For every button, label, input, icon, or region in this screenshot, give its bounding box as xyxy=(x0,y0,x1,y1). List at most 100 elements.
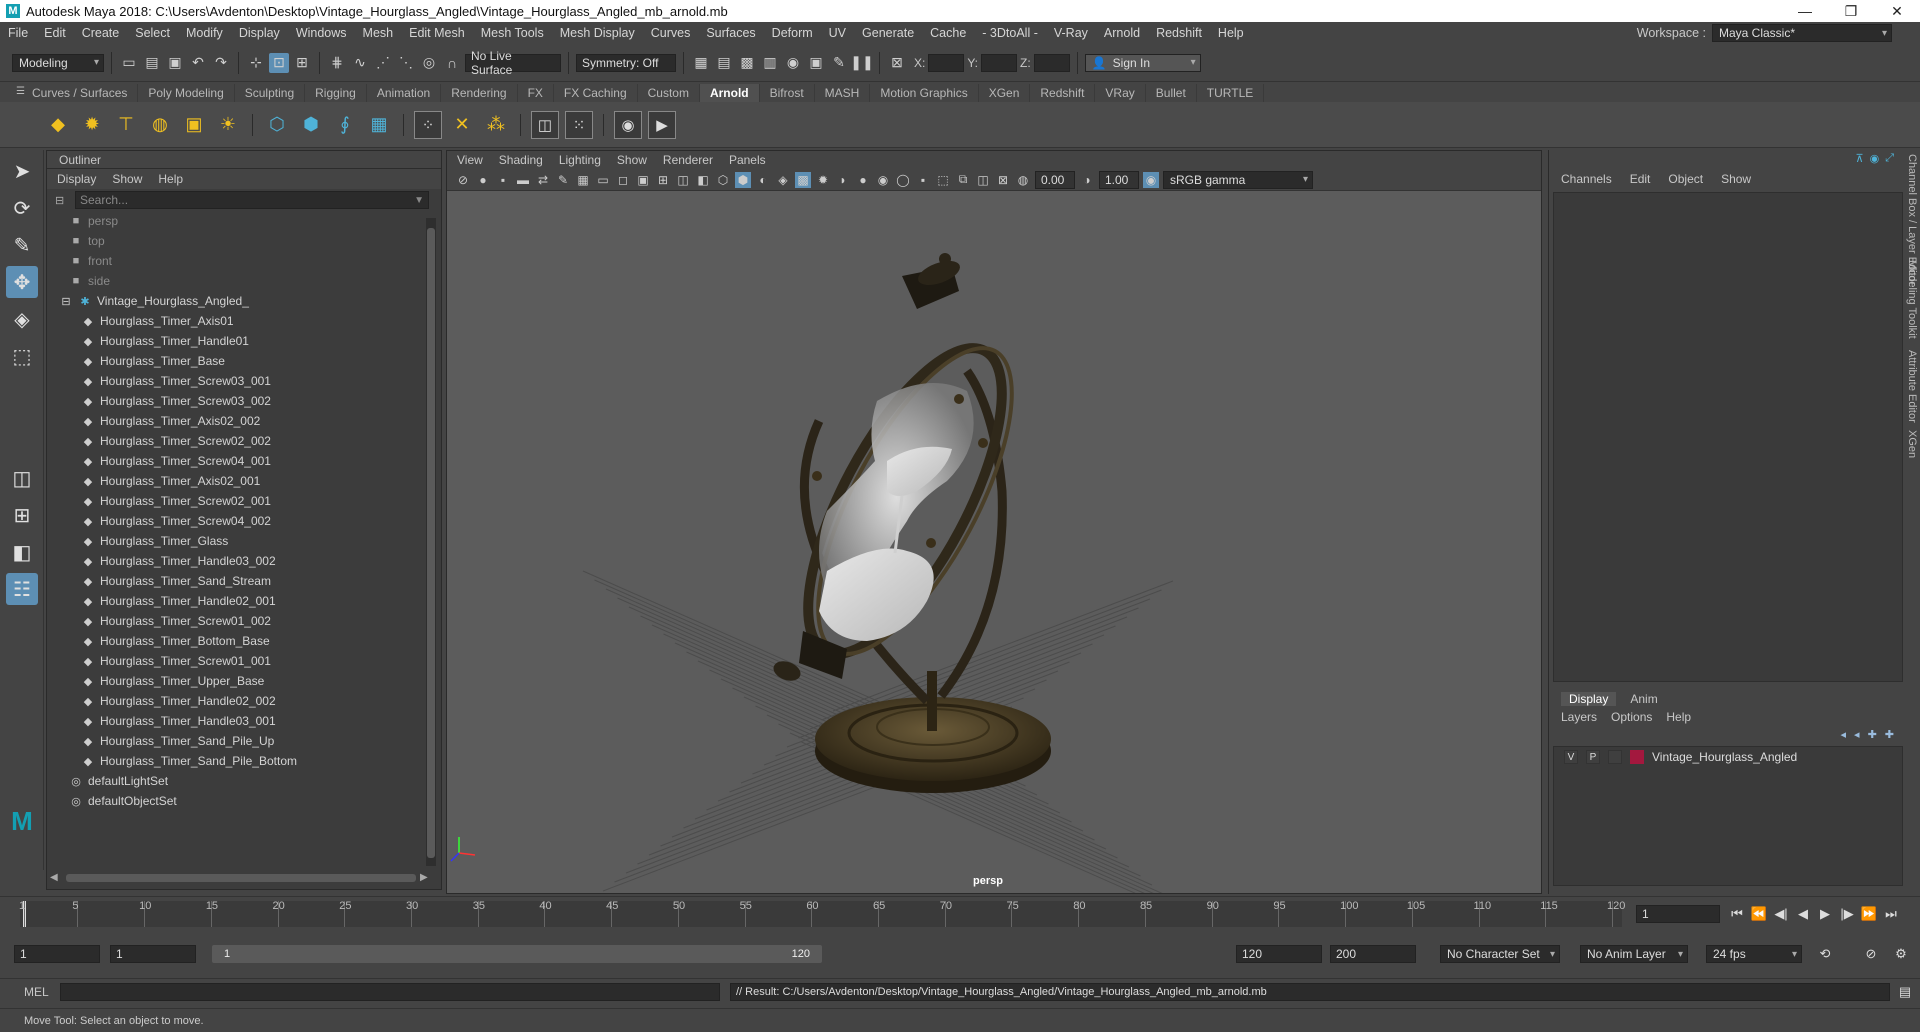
outliner-mesh-row[interactable]: ◆ Hourglass_Timer_Axis02_002 xyxy=(47,411,441,431)
new-scene-icon[interactable]: ▭ xyxy=(119,53,139,73)
lasso-tool-icon[interactable]: ⟳ xyxy=(6,192,38,224)
outliner-camera-row[interactable]: ■ front xyxy=(47,251,441,271)
current-frame-field[interactable]: 1 xyxy=(1636,905,1720,923)
shelf-menu-icon[interactable]: ☰ xyxy=(16,86,25,97)
tx-manager-icon[interactable]: ✕ xyxy=(448,111,476,139)
outliner-mesh-row[interactable]: ◆ Hourglass_Timer_Screw02_002 xyxy=(47,431,441,451)
outliner-camera-row[interactable]: ■ side xyxy=(47,271,441,291)
move-tool-icon[interactable]: ✥ xyxy=(6,266,38,298)
outliner-mesh-row[interactable]: ◆ Hourglass_Timer_Sand_Stream xyxy=(47,571,441,591)
viewport-menu-item[interactable]: Lighting xyxy=(559,153,601,167)
area-light-icon[interactable]: ◆ xyxy=(44,111,72,139)
snap-curve-icon[interactable]: ∿ xyxy=(350,53,370,73)
outliner-mesh-row[interactable]: ◆ Hourglass_Timer_Screw03_002 xyxy=(47,391,441,411)
outliner-mesh-row[interactable]: ◆ Hourglass_Timer_Handle03_001 xyxy=(47,711,441,731)
settings-icon[interactable]: ◉ xyxy=(1870,152,1880,165)
outliner-mesh-row[interactable]: ◆ Hourglass_Timer_Screw01_001 xyxy=(47,651,441,671)
depth-of-field-icon[interactable]: ▪ xyxy=(915,172,931,188)
film-gate-icon[interactable]: ▭ xyxy=(595,172,611,188)
save-scene-icon[interactable]: ▣ xyxy=(165,53,185,73)
side-tab[interactable]: Attribute Editor xyxy=(1906,350,1918,423)
menu-item[interactable]: Select xyxy=(127,26,178,40)
menu-item[interactable]: UV xyxy=(821,26,854,40)
two-d-pan-icon[interactable]: ⇄ xyxy=(535,172,551,188)
scroll-left-icon[interactable]: ◀ xyxy=(50,872,58,883)
menu-item[interactable]: Cache xyxy=(922,26,974,40)
mesh-light-icon[interactable]: ✹ xyxy=(78,111,106,139)
viewport-panel[interactable]: View Shading Lighting Show Renderer Panels ⊘ … xyxy=(446,150,1542,922)
pause-icon[interactable]: ❚❚ xyxy=(850,53,873,73)
mel-input[interactable] xyxy=(60,982,720,1001)
shelf-tab[interactable]: Curves / Surfaces xyxy=(22,84,139,102)
play-backward-icon[interactable]: ◀ xyxy=(1794,905,1812,923)
shelf-tab[interactable]: Arnold xyxy=(699,84,760,102)
xray-active-icon[interactable]: ◫ xyxy=(975,172,991,188)
outliner-camera-row[interactable]: ■ top xyxy=(47,231,441,251)
visibility-toggle[interactable]: V xyxy=(1564,750,1578,764)
gamma-field[interactable]: 1.00 xyxy=(1099,170,1139,189)
safe-title-icon[interactable]: ◧ xyxy=(695,172,711,188)
textured-icon[interactable]: ▩ xyxy=(795,171,811,188)
scroll-right-icon[interactable]: ▶ xyxy=(420,872,428,883)
new-layer-icon[interactable]: ✚ xyxy=(1868,728,1877,741)
fps-dropdown[interactable]: 24 fps xyxy=(1706,945,1802,963)
bookmarks-icon[interactable]: ▪ xyxy=(495,172,511,188)
start-frame-field[interactable]: 1 xyxy=(14,945,100,963)
playback-toggle[interactable]: P xyxy=(1586,750,1600,764)
shelf-tab[interactable]: TURTLE xyxy=(1197,84,1265,102)
x-field[interactable] xyxy=(928,53,965,72)
viewport-menu-item[interactable]: Show xyxy=(617,153,647,167)
menu-item[interactable]: Windows xyxy=(288,26,355,40)
auto-key-icon[interactable]: ⊘ xyxy=(1862,945,1880,963)
anim-start-field[interactable]: 1 xyxy=(110,945,196,963)
flush-textures-icon[interactable]: ⁘ xyxy=(414,110,442,139)
outliner-mesh-row[interactable]: ◆ Hourglass_Timer_Sand_Pile_Bottom xyxy=(47,751,441,771)
outliner-layout-icon[interactable]: ☷ xyxy=(6,573,38,605)
camera-select-icon[interactable]: ⊘ xyxy=(455,172,471,188)
render-settings-icon[interactable]: ▥ xyxy=(760,53,780,73)
range-slider[interactable]: 1 120 xyxy=(212,945,822,963)
wireframe-icon[interactable]: ⬡ xyxy=(715,172,731,188)
anti-aliasing-icon[interactable]: ◯ xyxy=(895,172,911,188)
script-editor-icon[interactable]: ▤ xyxy=(1896,983,1914,1001)
export-stand-in-icon[interactable]: ⬢ xyxy=(297,111,325,139)
use-all-lights-icon[interactable]: ✹ xyxy=(815,172,831,188)
outliner-set-row[interactable]: ◎ defaultLightSet xyxy=(47,771,441,791)
menu-item[interactable]: Mesh xyxy=(355,26,402,40)
outliner-mesh-row[interactable]: ◆ Hourglass_Timer_Upper_Base xyxy=(47,671,441,691)
symmetry-field[interactable]: Symmetry: Off xyxy=(576,53,676,72)
resolution-gate-icon[interactable]: ◻ xyxy=(615,172,631,188)
open-scene-icon[interactable]: ▤ xyxy=(142,53,162,73)
exposure-field[interactable]: 0.00 xyxy=(1035,170,1075,189)
xray-icon[interactable]: ⧉ xyxy=(955,172,971,188)
sign-in-button[interactable]: 👤 Sign In xyxy=(1084,53,1201,72)
shadows-icon[interactable]: ◗ xyxy=(835,172,851,188)
isolate-select-icon[interactable]: ⬚ xyxy=(935,172,951,188)
filter-icon[interactable]: ⊟ xyxy=(55,194,64,207)
viewport-menu-item[interactable]: View xyxy=(457,153,483,167)
layer-menu-item[interactable]: Options xyxy=(1611,710,1652,724)
smooth-shade-icon[interactable]: ⬢ xyxy=(735,171,751,188)
shelf-tab[interactable]: XGen xyxy=(979,84,1031,102)
menu-item[interactable]: Edit Mesh xyxy=(401,26,473,40)
shelf-tab[interactable]: FX Caching xyxy=(554,84,638,102)
outliner-mesh-row[interactable]: ◆ Hourglass_Timer_Handle01 xyxy=(47,331,441,351)
channel-box-menu-item[interactable]: Edit xyxy=(1630,172,1651,186)
expand-icon[interactable]: ⤢ xyxy=(1885,152,1894,165)
side-tab[interactable]: XGen xyxy=(1906,430,1918,458)
render-frame-icon[interactable]: ▦ xyxy=(691,53,711,73)
render-view-preview-icon[interactable]: ◉ xyxy=(614,110,642,139)
select-tool-icon[interactable]: ➤ xyxy=(6,155,38,187)
outliner-menu-item[interactable]: Display xyxy=(57,172,96,186)
layer-row[interactable]: V P Vintage_Hourglass_Angled xyxy=(1554,747,1902,767)
screen-space-ao-icon[interactable]: ● xyxy=(855,172,871,188)
physical-sky-icon[interactable]: ☀ xyxy=(214,111,242,139)
shelf-tab[interactable]: Rendering xyxy=(441,84,518,102)
select-object-icon[interactable]: ⊡ xyxy=(269,52,289,73)
outliner-camera-row[interactable]: ■ persp xyxy=(47,211,441,231)
viewport-menu-item[interactable]: Renderer xyxy=(663,153,713,167)
side-tab[interactable]: Modeling Toolkit xyxy=(1906,260,1918,339)
layer-menu-item[interactable]: Layers xyxy=(1561,710,1597,724)
photometric-light-icon[interactable]: ⊤ xyxy=(112,111,140,139)
character-set-dropdown[interactable]: No Character Set xyxy=(1440,945,1560,963)
